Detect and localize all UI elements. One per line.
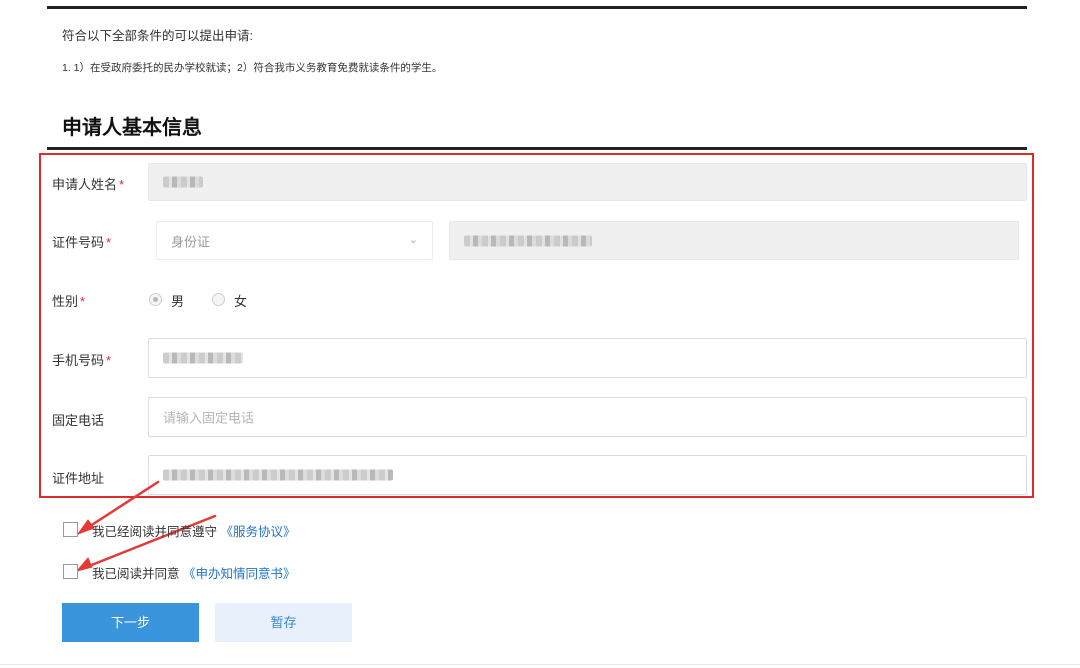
save-draft-button[interactable]: 暂存 [215, 603, 352, 642]
service-agreement-checkbox[interactable] [63, 522, 78, 537]
consent-text: 我已阅读并同意 《申办知情同意书》 [92, 567, 296, 581]
service-agreement-text: 我已经阅读并同意遵守 《服务协议》 [92, 525, 296, 539]
next-step-button[interactable]: 下一步 [62, 603, 199, 642]
consent-checkbox[interactable] [63, 564, 78, 579]
consent-link[interactable]: 《申办知情同意书》 [183, 567, 296, 581]
service-agreement-link[interactable]: 《服务协议》 [221, 525, 296, 539]
footer-divider [0, 664, 1080, 665]
